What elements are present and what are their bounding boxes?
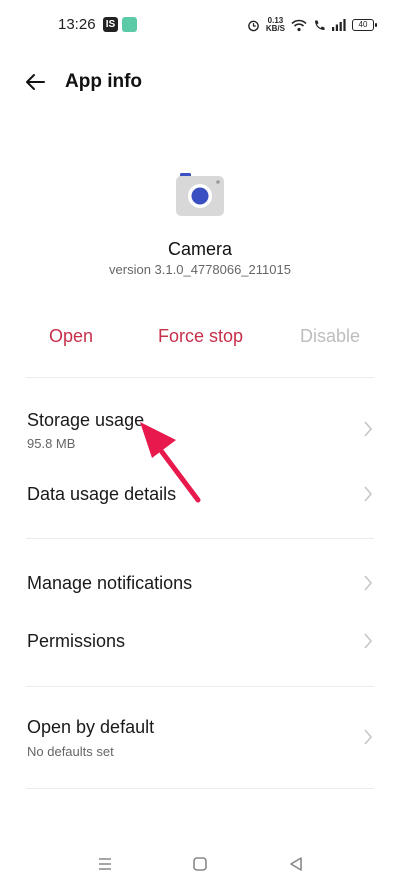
app-bar: App info: [0, 60, 400, 104]
system-nav-bar: [0, 846, 400, 882]
row-subtitle: No defaults set: [27, 744, 114, 759]
chevron-right-icon: [364, 729, 373, 745]
signal-icon: [332, 19, 346, 31]
row-title: Permissions: [27, 631, 126, 651]
row-title: Manage notifications: [27, 573, 193, 593]
divider: [26, 686, 374, 687]
arrow-left-icon: [26, 74, 45, 90]
home-icon[interactable]: [190, 854, 210, 874]
chevron-right-icon: [364, 575, 373, 591]
chevron-right-icon: [364, 421, 373, 437]
disable-button: Disable: [300, 326, 361, 346]
status-time: 13:26: [58, 16, 96, 33]
open-by-default-row[interactable]: Open by default No defaults set: [0, 706, 400, 768]
app-name: Camera: [167, 239, 233, 259]
divider: [26, 377, 374, 378]
manage-notifications-row[interactable]: Manage notifications: [0, 560, 400, 606]
permissions-row[interactable]: Permissions: [0, 618, 400, 664]
open-button[interactable]: Open: [49, 326, 93, 347]
status-bar: 13:26 IS 0.13 KB/S 40: [0, 0, 400, 50]
force-stop-button[interactable]: Force stop: [158, 326, 243, 347]
chevron-right-icon: [364, 486, 373, 502]
wifi-icon: [291, 19, 307, 31]
recents-icon[interactable]: [95, 854, 115, 874]
back-button[interactable]: [20, 68, 50, 96]
call-icon: [315, 20, 325, 30]
alarm-icon: [248, 20, 259, 31]
divider: [26, 538, 374, 539]
annotation-arrow-icon: [140, 422, 201, 503]
notification-app-icon: [122, 17, 137, 32]
row-title: Storage usage: [27, 410, 145, 430]
battery-icon: 40: [352, 19, 377, 31]
page-title: App info: [65, 71, 143, 92]
app-version: version 3.1.0_4778066_211015: [109, 262, 291, 277]
camera-app-icon: [176, 173, 224, 216]
back-triangle-icon[interactable]: [286, 854, 306, 874]
row-subtitle: 95.8 MB: [27, 436, 76, 451]
network-speed-unit: KB/S: [265, 24, 285, 33]
divider: [26, 788, 374, 789]
status-icons: 0.13 KB/S 40: [247, 14, 377, 36]
network-speed: 0.13 KB/S: [266, 17, 285, 33]
row-title: Open by default: [27, 717, 155, 737]
chevron-right-icon: [364, 633, 373, 649]
notification-is-icon: IS: [103, 17, 118, 32]
app-actions: Open Force stop Disable: [0, 326, 400, 352]
